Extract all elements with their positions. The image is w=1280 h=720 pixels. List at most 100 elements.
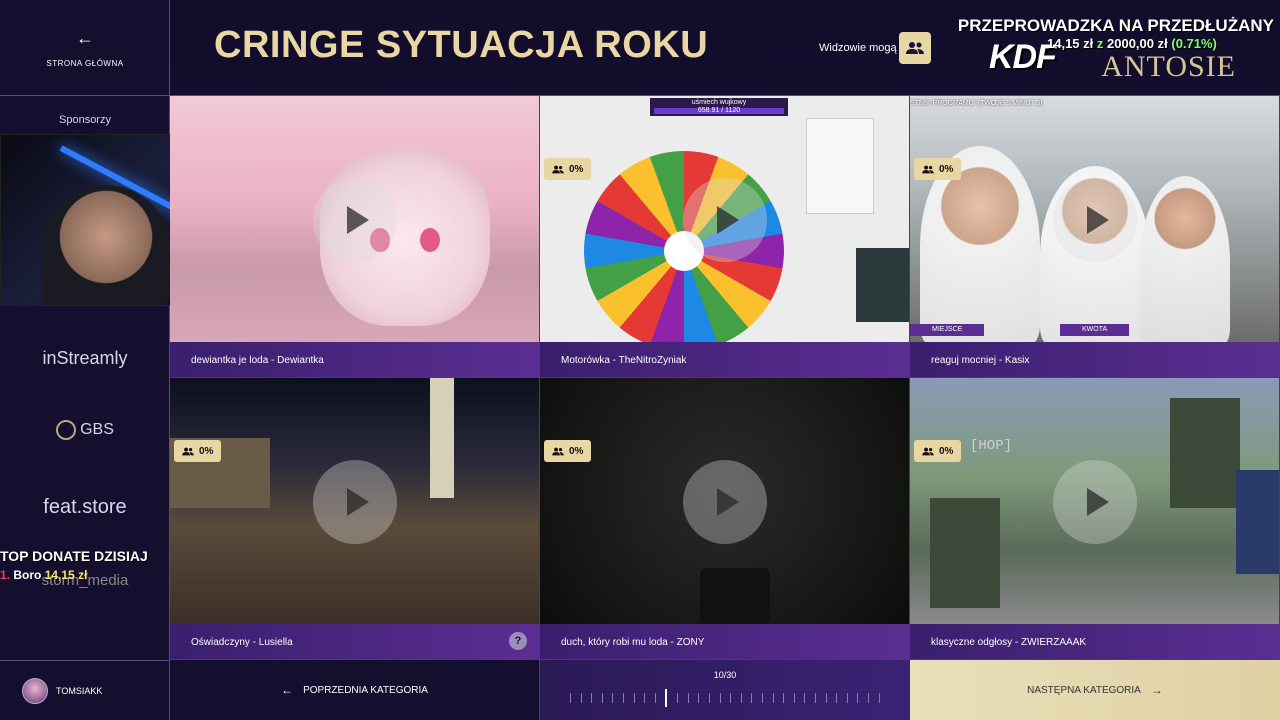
clip-caption: Oświadczyny - Lusiella <box>170 624 539 659</box>
user-profile[interactable]: TOMSIAKK <box>0 660 170 720</box>
users-icon <box>552 165 564 173</box>
promo-amount: 14,15 zł z 2000,00 zł (0.71%) <box>1047 36 1217 51</box>
users-icon <box>922 165 934 173</box>
play-icon[interactable] <box>1053 460 1137 544</box>
viewers-badge: 0% <box>544 158 592 180</box>
clip-tile[interactable]: 0% Oświadczyny - Lusiella ? <box>170 378 540 660</box>
clip-tile[interactable]: 0% duch, który robi mu loda - ZONY <box>540 378 910 660</box>
progress-tick[interactable] <box>601 693 603 703</box>
progress-tick[interactable] <box>751 693 753 703</box>
badge-percent: 0% <box>569 163 584 175</box>
badge-percent: 0% <box>199 445 214 457</box>
progress-tick[interactable] <box>719 693 721 703</box>
progress-tick[interactable] <box>836 693 838 703</box>
progress-tick[interactable] <box>793 693 795 703</box>
users-icon <box>552 447 564 455</box>
sponsor-featstore[interactable]: feat.store <box>0 496 170 519</box>
amount-tag: KWOTA <box>1060 324 1130 336</box>
progress-tick[interactable] <box>815 693 817 703</box>
sponsors-title: Sponsorzy <box>59 114 111 126</box>
wheel-topbar-value: 658.91 / 1120 <box>654 107 784 114</box>
progress-tick[interactable] <box>772 693 774 703</box>
anime-eye <box>420 228 440 252</box>
page-title: CRINGE SYTUACJA ROKU <box>214 24 709 66</box>
arrow-left-icon: ← <box>281 683 294 697</box>
progress-tick[interactable] <box>783 693 785 703</box>
arrow-left-icon: ← <box>76 27 94 48</box>
promo-serif-text: ANTOSIE <box>1101 50 1236 83</box>
user-name: TOMSIAKK <box>56 685 103 696</box>
progress-tick[interactable] <box>687 693 689 703</box>
next-category-label: NASTĘPNA KATEGORIA <box>1027 684 1141 696</box>
prev-category-label: POPRZEDNIA KATEGORIA <box>303 684 428 696</box>
clip-caption: duch, który robi mu loda - ZONY <box>540 624 909 659</box>
play-icon[interactable] <box>683 178 767 262</box>
progress-tick[interactable] <box>654 693 656 703</box>
phone-shape <box>700 568 770 624</box>
promo-percent: (0.71%) <box>1171 36 1217 51</box>
progress-tick[interactable] <box>612 693 614 703</box>
help-icon[interactable]: ? <box>509 632 527 650</box>
sponsor-gbs[interactable]: GBS <box>0 420 170 440</box>
top-donate-title: TOP DONATE DZISIAJ <box>0 548 148 564</box>
progress-tick[interactable] <box>761 693 763 703</box>
progress-tick[interactable] <box>698 693 700 703</box>
next-category-button[interactable]: NASTĘPNA KATEGORIA → <box>910 660 1280 720</box>
promo-logo: KDF <box>989 38 1057 76</box>
crane-shape <box>430 378 454 498</box>
bottom-nav: ← POPRZEDNIA KATEGORIA 10/30 NASTĘPNA KA… <box>170 660 1280 720</box>
wheel-topbar-title: uśmiech wujkowy <box>691 99 747 106</box>
clip-caption: reaguj mocniej - Kasix <box>910 342 1279 377</box>
viewers-button[interactable] <box>899 32 931 64</box>
clip-tile[interactable]: [HOP] 0% klasyczne odgłosy - ZWIERZAAAK <box>910 378 1280 660</box>
viewers-badge: 0% <box>914 440 962 462</box>
progress-ticks[interactable] <box>570 689 880 707</box>
badge-percent: 0% <box>569 445 584 457</box>
progress-tick[interactable] <box>591 693 593 703</box>
progress-tick[interactable] <box>580 693 582 703</box>
progress-tick[interactable] <box>570 693 571 703</box>
progress-tick[interactable] <box>825 693 827 703</box>
clip-tile[interactable]: STNIK PROGRAMU! (TWOJE 5 MINUT 3) MIEJSC… <box>910 96 1280 378</box>
progress-tick[interactable] <box>623 693 625 703</box>
progress-tick[interactable] <box>708 693 710 703</box>
progress-tick[interactable] <box>677 693 679 703</box>
minecraft-block <box>930 498 1000 608</box>
stream-header-text: STNIK PROGRAMU! (TWOJE 5 MINUT 3) <box>910 100 1043 107</box>
progress-tick[interactable] <box>878 693 880 703</box>
sponsor-label: GBS <box>80 421 114 439</box>
play-icon[interactable] <box>313 178 397 262</box>
progress-tick[interactable] <box>740 693 742 703</box>
person-figure <box>1140 176 1230 346</box>
play-icon[interactable] <box>1053 178 1137 262</box>
progress-tick[interactable] <box>804 693 806 703</box>
badge-percent: 0% <box>939 163 954 175</box>
wheel-topbar: uśmiech wujkowy 658.91 / 1120 <box>650 98 788 116</box>
progress-tick[interactable] <box>665 689 668 707</box>
sponsor-instreamly[interactable]: inStreamly <box>0 348 170 369</box>
progress-tick[interactable] <box>633 693 635 703</box>
viewers-badge: 0% <box>544 440 592 462</box>
game-overlay-text: [HOP] <box>970 438 1013 454</box>
avatar <box>22 677 48 704</box>
progress-tick[interactable] <box>730 693 732 703</box>
promo-overlay: PRZEPROWADZKA NA PRZEDŁUŻANY KDF ANTOSIE… <box>958 14 1280 84</box>
clip-tile[interactable]: dewiantka je loda - Dewiantka <box>170 96 540 378</box>
promo-title: PRZEPROWADZKA NA PRZEDŁUŻANY <box>957 16 1274 35</box>
top-donate-rank: 1. <box>0 568 11 582</box>
clip-caption: Motorówka - TheNitroZyniak <box>540 342 909 377</box>
progress-tick[interactable] <box>644 693 646 703</box>
progress-tick[interactable] <box>857 693 859 703</box>
viewers-label: Widzowie mogą <box>819 42 897 54</box>
prev-category-button[interactable]: ← POPRZEDNIA KATEGORIA <box>170 660 540 720</box>
play-icon[interactable] <box>313 460 397 544</box>
progress-tick[interactable] <box>846 693 848 703</box>
progress-tick[interactable] <box>868 693 870 703</box>
sponsor-label: feat.store <box>43 496 127 518</box>
top-donate-value: 14,15 zł <box>44 568 88 582</box>
play-icon[interactable] <box>683 460 767 544</box>
promo-current: 14,15 zł <box>1047 36 1094 51</box>
top-donate-row: 1. Boro 14,15 zł <box>0 568 170 582</box>
clip-tile[interactable]: uśmiech wujkowy 658.91 / 1120 0% Motorów… <box>540 96 910 378</box>
home-button[interactable]: ← STRONA GŁÓWNA <box>0 0 170 96</box>
